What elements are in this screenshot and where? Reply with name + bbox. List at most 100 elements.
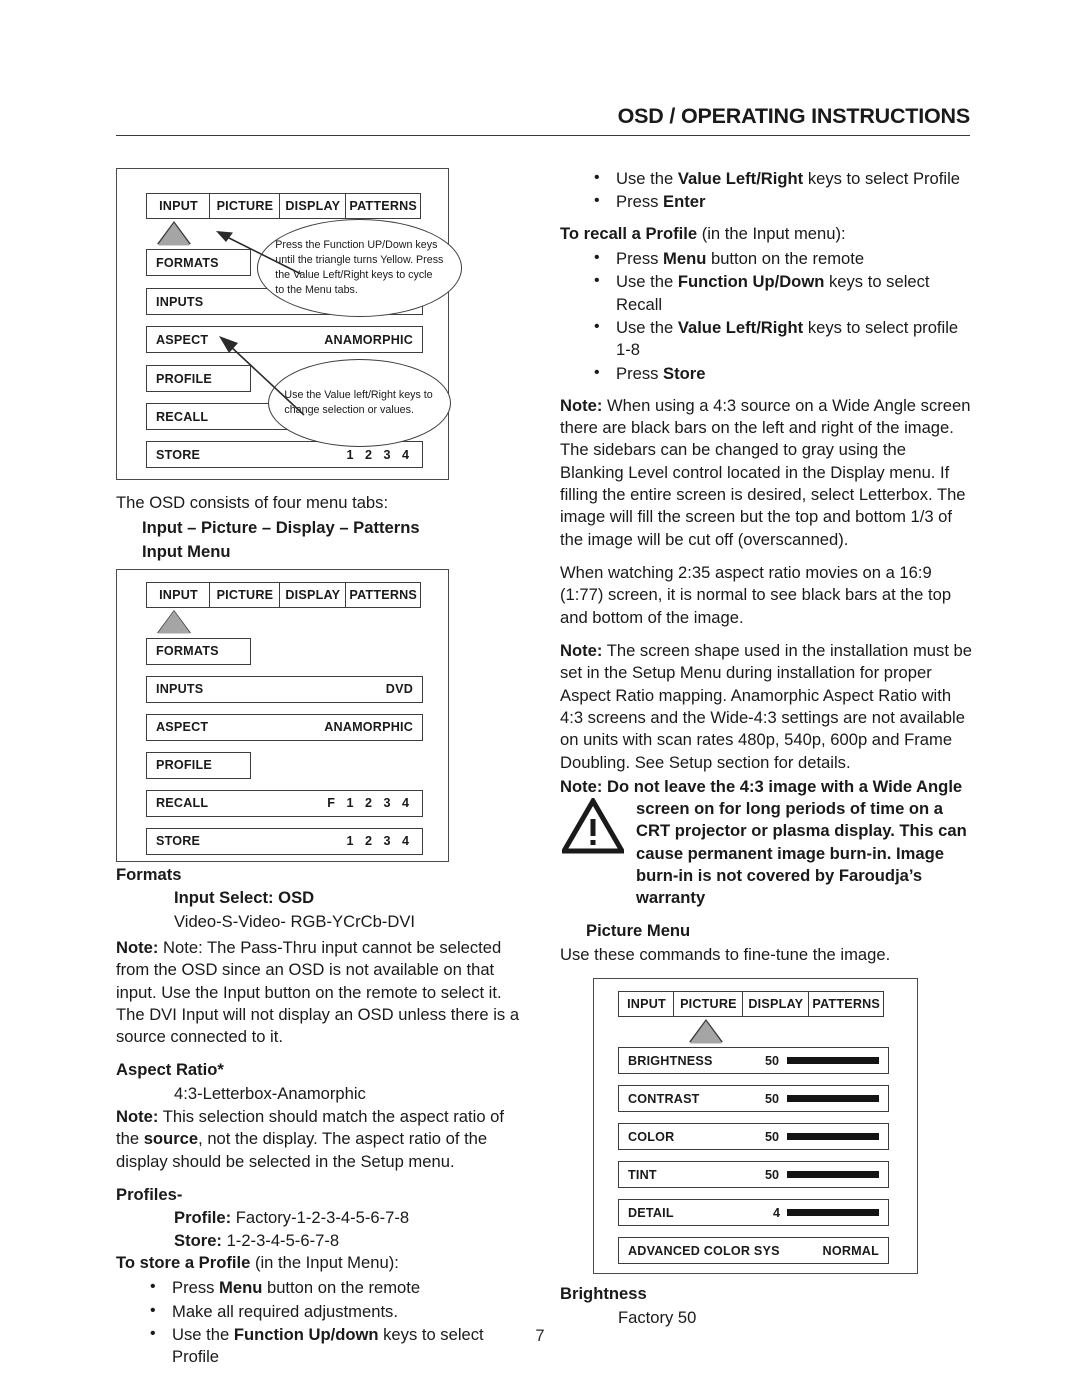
note-label: Note: xyxy=(116,937,159,957)
page-title: OSD / OPERATING INSTRUCTIONS xyxy=(617,104,971,128)
row-inputs[interactable]: INPUTS DVD xyxy=(146,675,423,703)
para-235-aspect: When watching 2:35 aspect ratio movies o… xyxy=(560,563,952,627)
input-select-values: Video-S-Video- RGB-YCrCb-DVI xyxy=(174,911,415,931)
picture-menu-tabrow: INPUT PICTURE DISPLAY PATTERNS xyxy=(618,991,889,1018)
row-inputs-label: INPUTS xyxy=(156,682,204,697)
bullet-pre: Press xyxy=(616,363,664,383)
row-contrast[interactable]: CONTRAST 50 xyxy=(618,1085,889,1113)
bullet-pre: Press xyxy=(172,1278,220,1298)
store-profile-rest: (in the Input Menu): xyxy=(250,1252,399,1272)
row-brightness-label: BRIGHTNESS xyxy=(628,1053,713,1068)
row-formats-label: FORMATS xyxy=(156,644,219,659)
tab-input[interactable]: INPUT xyxy=(146,581,211,608)
profile-values: Factory-1-2-3-4-5-6-7-8 xyxy=(231,1208,410,1228)
tab-input[interactable]: INPUT xyxy=(618,991,675,1018)
row-tint-value: 50 xyxy=(765,1167,780,1182)
list-item: Press Enter xyxy=(594,190,972,213)
bullet-bold: Menu xyxy=(663,248,707,268)
selection-triangle xyxy=(157,609,193,636)
bullet-bold: Value Left/Right xyxy=(677,317,804,337)
row-brightness[interactable]: BRIGHTNESS 50 xyxy=(618,1047,889,1075)
input-menu-tabrow: INPUT PICTURE DISPLAY PATTERNS xyxy=(146,581,423,608)
row-store[interactable]: STORE 1 2 3 4 xyxy=(146,827,423,855)
row-aspect[interactable]: ASPECT ANAMORPHIC xyxy=(146,713,423,741)
row-brightness-meter[interactable] xyxy=(787,1057,879,1065)
recall-profile-bold: To recall a Profile xyxy=(560,223,698,243)
input-select-line: Input Select: OSD xyxy=(174,888,315,908)
row-color[interactable]: COLOR 50 xyxy=(618,1123,889,1151)
bullet-pre: Use the xyxy=(616,169,678,188)
row-store-label: STORE xyxy=(156,834,201,849)
menu-tabs-line: Input – Picture – Display – Patterns xyxy=(142,518,420,538)
osd-input-menu-diagram: INPUT PICTURE DISPLAY PATTERNS FORMATS I… xyxy=(116,568,449,862)
profile-label: Profile: xyxy=(174,1208,232,1228)
callout-arrows xyxy=(216,231,305,416)
note-text: Note: The Pass-Thru input cannot be sele… xyxy=(116,937,520,1047)
picture-menu-heading: Picture Menu xyxy=(586,920,691,940)
brightness-value: Factory 50 xyxy=(618,1307,697,1327)
header-rule xyxy=(116,135,970,136)
store-profile-bullets: Press Menu button on the remote Make all… xyxy=(116,1276,520,1368)
row-color-meter[interactable] xyxy=(787,1133,879,1141)
page-number: 7 xyxy=(535,1327,545,1345)
row-advanced-color-sys-value: NORMAL xyxy=(822,1243,879,1258)
right-column: Use the Value Left/Right keys to select … xyxy=(560,167,972,1329)
row-color-value: 50 xyxy=(765,1129,780,1144)
bullet-pre: Press xyxy=(616,248,664,268)
warning-triangle-icon xyxy=(562,797,624,854)
store-label: Store: xyxy=(174,1230,222,1250)
row-detail-value: 4 xyxy=(773,1205,781,1220)
note-label: Note: xyxy=(560,395,603,415)
row-inputs-value: DVD xyxy=(385,682,413,697)
row-advanced-color-sys[interactable]: ADVANCED COLOR SYS NORMAL xyxy=(618,1237,889,1265)
row-profile[interactable]: PROFILE xyxy=(146,751,251,779)
list-item: Press Menu button on the remote xyxy=(594,247,972,270)
bullet-bold: Enter xyxy=(663,192,706,212)
row-store-value: 1 2 3 4 xyxy=(346,834,413,849)
burn-in-warning: Note: Do not leave the 4:3 image with a … xyxy=(560,776,972,910)
picture-menu-intro: Use these commands to fine-tune the imag… xyxy=(560,945,891,964)
tab-display[interactable]: DISPLAY xyxy=(278,581,347,608)
osd-annotated-diagram: INPUT PICTURE DISPLAY PATTERNS FORMATS I… xyxy=(116,168,462,480)
bullet-post: button on the remote xyxy=(262,1278,421,1298)
profile-select-bullets: Use the Value Left/Right keys to select … xyxy=(560,167,972,214)
aspect-ratio-values: 4:3-Letterbox-Anamorphic xyxy=(174,1083,366,1103)
tab-patterns[interactable]: PATTERNS xyxy=(808,991,885,1018)
row-contrast-label: CONTRAST xyxy=(628,1091,700,1106)
page-header: OSD / OPERATING INSTRUCTIONS xyxy=(116,104,970,136)
note-screen-shape: Note: The screen shape used in the insta… xyxy=(560,640,972,774)
tab-patterns[interactable]: PATTERNS xyxy=(345,581,422,608)
bullet-post: keys to select Profile xyxy=(803,169,960,188)
row-recall[interactable]: RECALL F 1 2 3 4 xyxy=(146,789,423,817)
recall-profile-bullets: Press Menu button on the remote Use the … xyxy=(560,247,972,385)
list-item: Press Store xyxy=(594,361,972,385)
note-text: The screen shape used in the installatio… xyxy=(560,640,972,772)
profiles-heading: Profiles- xyxy=(116,1185,183,1204)
recall-profile-rest: (in the Input menu): xyxy=(697,223,846,243)
tab-picture[interactable]: PICTURE xyxy=(673,991,744,1018)
bullet-bold: Value Left/Right xyxy=(677,169,804,188)
warning-lead: Note: Do not leave the 4:3 image with a … xyxy=(560,776,963,796)
note-label: Note: xyxy=(560,640,603,660)
row-tint-label: TINT xyxy=(628,1167,657,1182)
row-detail[interactable]: DETAIL 4 xyxy=(618,1199,889,1227)
row-profile-label: PROFILE xyxy=(156,758,212,773)
brightness-heading: Brightness xyxy=(560,1284,647,1304)
row-contrast-meter[interactable] xyxy=(787,1095,879,1103)
store-values: 1-2-3-4-5-6-7-8 xyxy=(221,1230,340,1250)
bullet-pre: Use the xyxy=(616,317,678,337)
tab-picture[interactable]: PICTURE xyxy=(209,581,281,608)
row-tint[interactable]: TINT 50 xyxy=(618,1161,889,1189)
formats-heading: Formats xyxy=(116,864,182,884)
row-detail-meter[interactable] xyxy=(787,1209,879,1217)
row-detail-label: DETAIL xyxy=(628,1205,674,1220)
tab-display[interactable]: DISPLAY xyxy=(741,991,810,1018)
row-recall-label: RECALL xyxy=(156,796,209,811)
row-tint-meter[interactable] xyxy=(787,1171,879,1179)
bullet-bold: Store xyxy=(663,363,706,383)
aspect-ratio-heading: Aspect Ratio* xyxy=(116,1060,224,1080)
warning-body: screen on for long periods of time on a … xyxy=(636,799,967,908)
bullet-bold: Menu xyxy=(219,1278,263,1298)
row-formats[interactable]: FORMATS xyxy=(146,637,251,665)
bullet-post: button on the remote xyxy=(706,248,865,268)
